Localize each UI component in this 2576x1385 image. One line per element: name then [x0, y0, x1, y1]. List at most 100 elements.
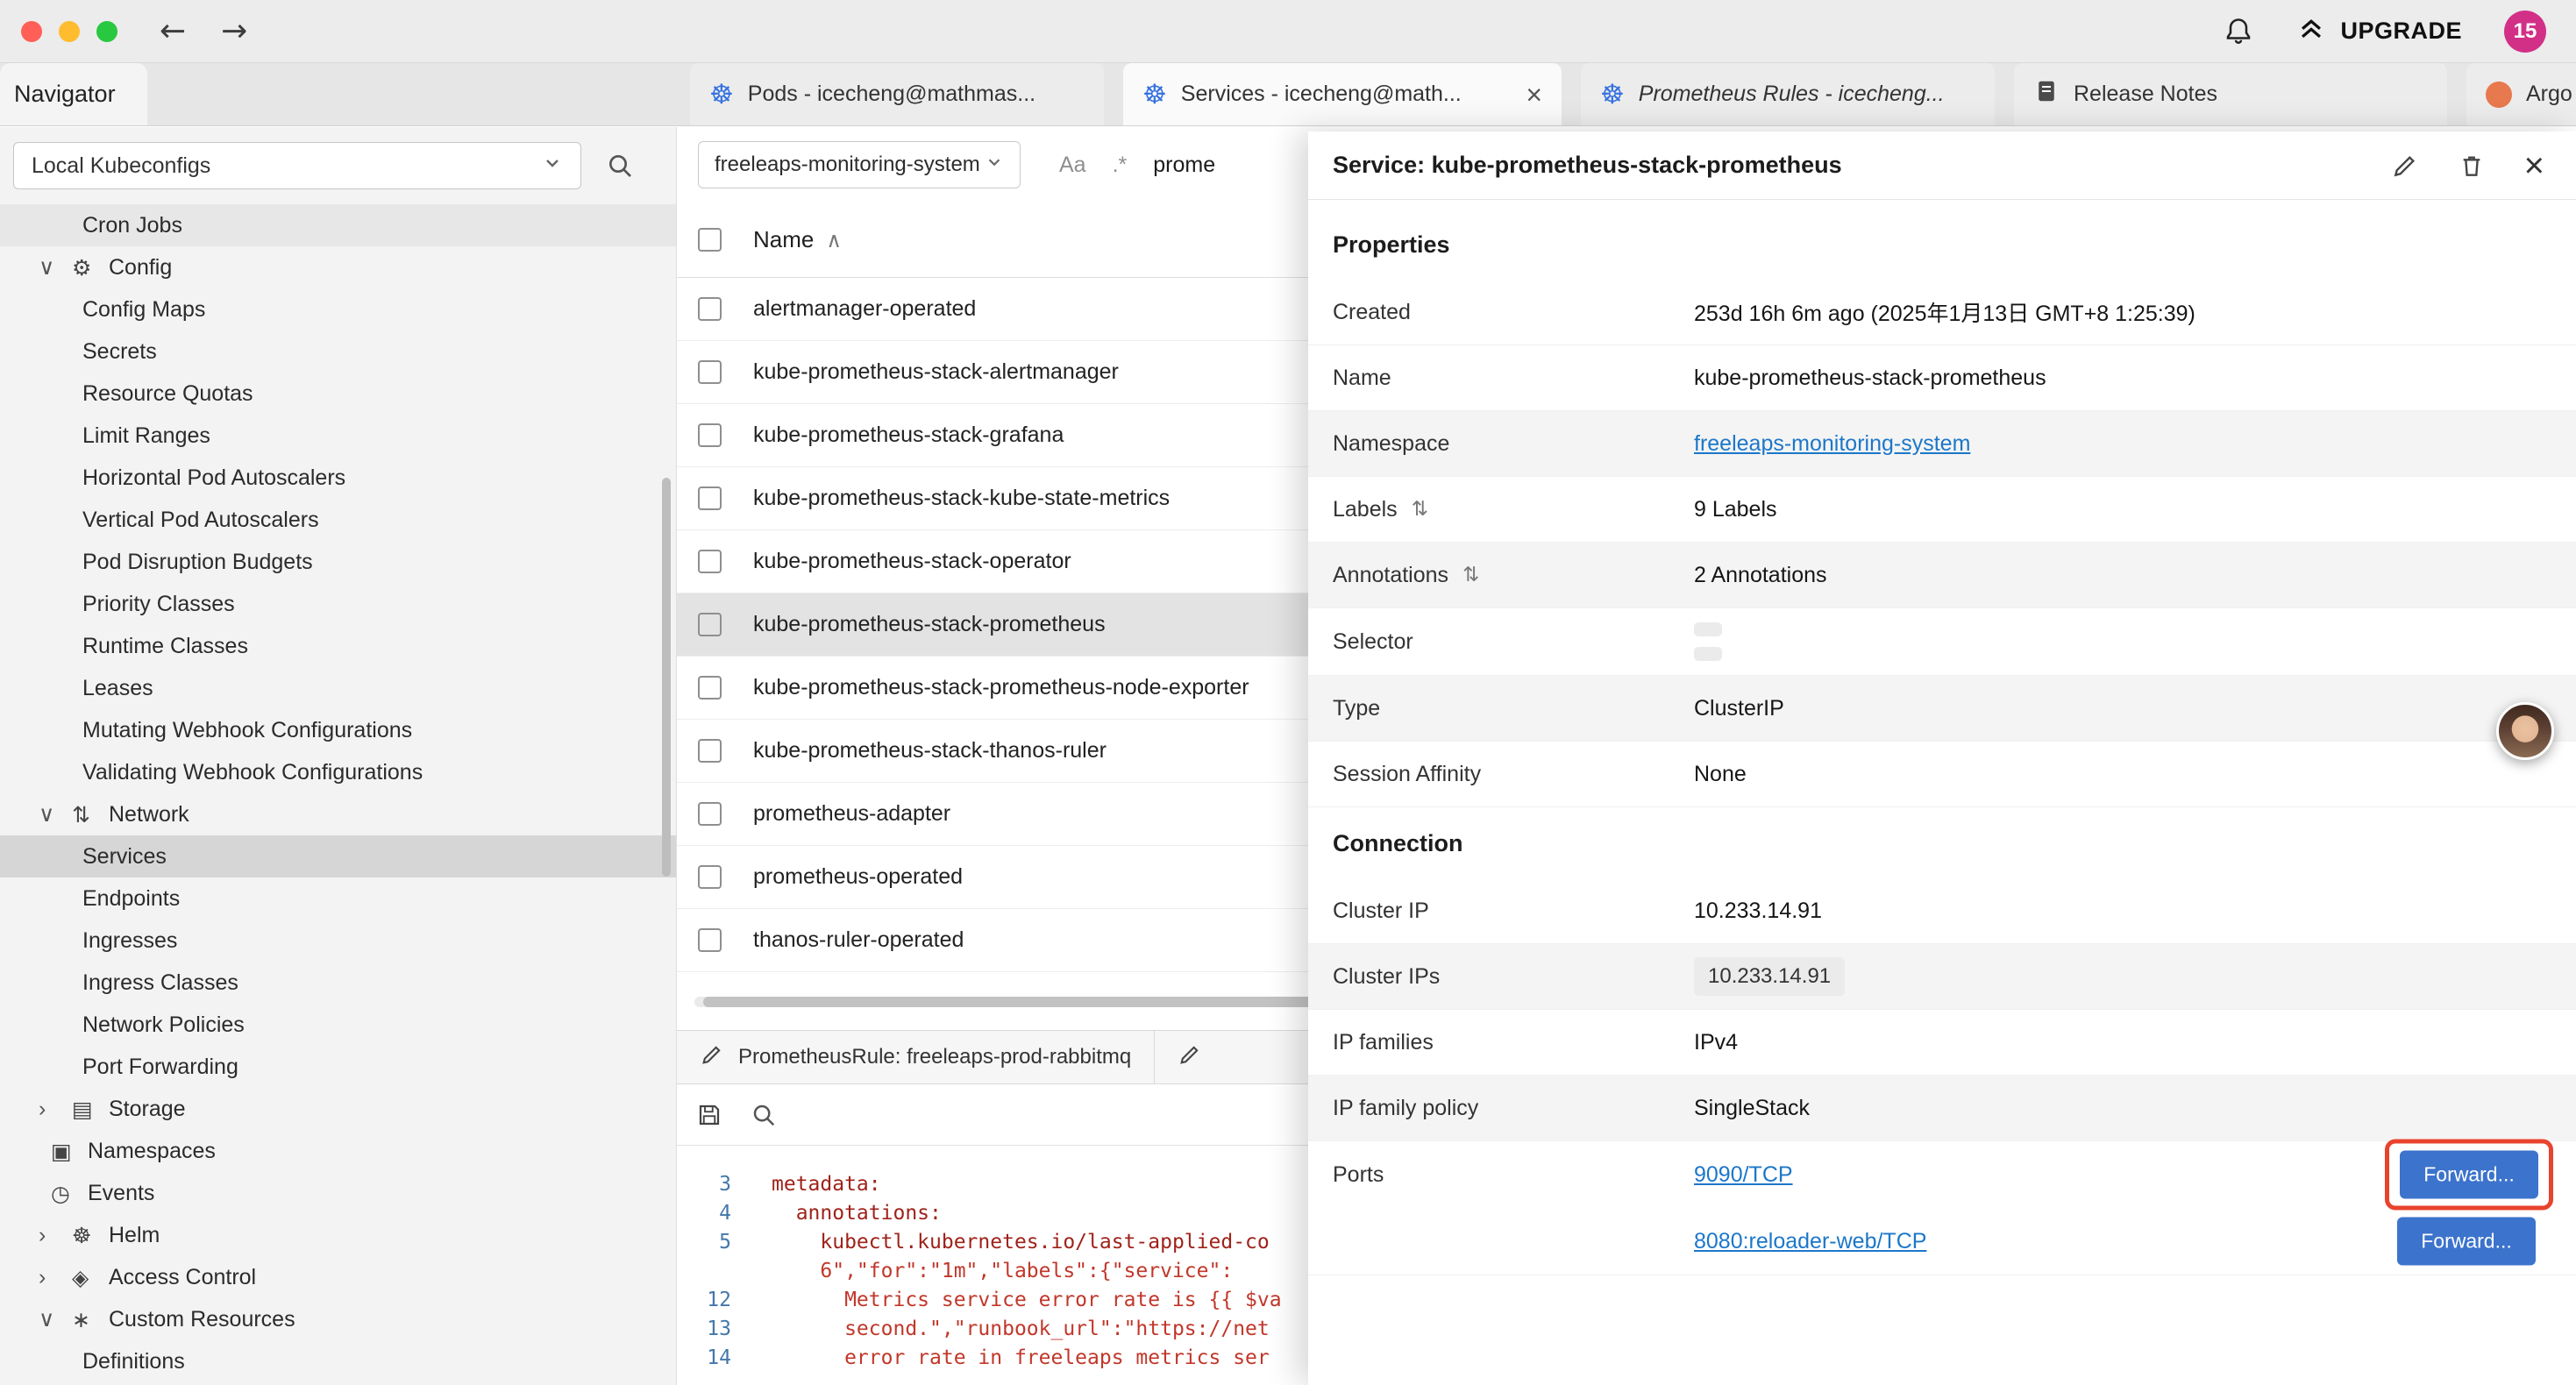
expand-icon[interactable]: ⇅	[1462, 564, 1479, 586]
tree-item[interactable]: Horizontal Pod Autoscalers	[0, 457, 676, 499]
tree-item[interactable]: Endpoints	[0, 877, 676, 920]
tree-item[interactable]: Network Policies	[0, 1004, 676, 1046]
editor-search-icon[interactable]	[751, 1102, 777, 1128]
row-checkbox[interactable]	[698, 613, 722, 636]
tree-item-label: Mutating Webhook Configurations	[82, 718, 412, 743]
row-checkbox[interactable]	[698, 423, 722, 447]
tree-item[interactable]: Resource Quotas	[0, 373, 676, 415]
tree-item[interactable]: › ▤ Storage	[0, 1088, 676, 1130]
tree-item-label: Definitions	[82, 1349, 185, 1374]
tree-item[interactable]: Services	[0, 835, 676, 877]
tree-item[interactable]: › ☸ Helm	[0, 1214, 676, 1256]
expand-icon[interactable]: ⇅	[1412, 498, 1428, 521]
back-button[interactable]: ←	[160, 13, 186, 49]
delete-button[interactable]	[2458, 152, 2486, 180]
tab-close-icon[interactable]: ×	[1526, 81, 1542, 109]
search-input[interactable]: prome	[1153, 153, 1215, 178]
minimize-window-button[interactable]	[59, 21, 80, 42]
tree-item[interactable]: ∨ ∗ Custom Resources	[0, 1298, 676, 1340]
tree-item[interactable]: Config Maps	[0, 288, 676, 330]
service-name: prometheus-operated	[753, 864, 963, 890]
tree-item[interactable]: Cron Jobs	[0, 204, 676, 246]
port-link[interactable]: 8080:reloader-web/TCP	[1694, 1229, 1926, 1254]
tree-item[interactable]: Secrets	[0, 330, 676, 373]
tree-item[interactable]: ◷ Events	[0, 1172, 676, 1214]
tree-item[interactable]: › ◈ Access Control	[0, 1256, 676, 1298]
row-selector: Selector	[1308, 608, 2576, 676]
forward-button[interactable]: Forward...	[2400, 1151, 2538, 1199]
row-checkbox[interactable]	[698, 297, 722, 321]
row-checkbox[interactable]	[698, 802, 722, 826]
tree-item[interactable]: Leases	[0, 667, 676, 709]
tree-chevron-icon[interactable]: ∨	[39, 1306, 72, 1332]
tree-item[interactable]: ∨ ⚙ Config	[0, 246, 676, 288]
forward-button[interactable]: Forward...	[2397, 1218, 2536, 1266]
service-details-panel: Service: kube-prometheus-stack-prometheu…	[1308, 131, 2576, 1385]
navigator-sidebar: Local Kubeconfigs Cron Jobs ∨ ⚙ Config	[0, 127, 677, 1385]
tree-item[interactable]: Runtime Classes	[0, 625, 676, 667]
line-number	[677, 1257, 731, 1286]
tree-item[interactable]: Mutating Webhook Configurations	[0, 709, 676, 751]
tree-item-label: Port Forwarding	[82, 1055, 238, 1080]
tree-chevron-icon[interactable]: ›	[39, 1265, 72, 1290]
navigator-tab[interactable]: Navigator	[0, 63, 147, 125]
kubeconfig-selector[interactable]: Local Kubeconfigs	[13, 142, 581, 189]
tree-item[interactable]: ▣ Namespaces	[0, 1130, 676, 1172]
avatar[interactable]	[2496, 702, 2554, 760]
row-checkbox[interactable]	[698, 928, 722, 952]
dock-tab-prometheusrule[interactable]: PrometheusRule: freeleaps-prod-rabbitmq	[677, 1031, 1155, 1083]
close-window-button[interactable]	[21, 21, 42, 42]
tree-chevron-icon[interactable]: ›	[39, 1223, 72, 1248]
namespace-selector[interactable]: freeleaps-monitoring-system	[698, 141, 1021, 188]
row-session-affinity: Session Affinity None	[1308, 742, 2576, 807]
tree-item[interactable]: Limit Ranges	[0, 415, 676, 457]
tab-argo[interactable]: Argo Se	[2466, 63, 2576, 125]
tree-item[interactable]: Ingress Classes	[0, 962, 676, 1004]
tab-services[interactable]: ☸ Services - icecheng@math... ×	[1123, 63, 1562, 125]
tree-chevron-icon[interactable]: ∨	[39, 801, 72, 827]
row-checkbox[interactable]	[698, 487, 722, 510]
tab-pods[interactable]: ☸ Pods - icecheng@mathmas...	[690, 63, 1104, 125]
forward-button[interactable]: →	[221, 13, 247, 49]
properties-heading: Properties	[1308, 209, 2576, 280]
zoom-window-button[interactable]	[96, 21, 117, 42]
tree-item-label: Leases	[82, 676, 153, 701]
tree-item-icon: ☸	[72, 1223, 109, 1248]
tab-prometheus-rules[interactable]: ☸ Prometheus Rules - icecheng...	[1581, 63, 1995, 125]
tree-chevron-icon[interactable]: ∨	[39, 254, 72, 281]
regex-toggle[interactable]: .*	[1113, 153, 1128, 178]
row-checkbox[interactable]	[698, 550, 722, 573]
tree-item[interactable]: Port Forwarding	[0, 1046, 676, 1088]
row-checkbox[interactable]	[698, 739, 722, 763]
tree-item[interactable]: Validating Webhook Configurations	[0, 751, 676, 793]
select-all-checkbox[interactable]	[698, 228, 722, 252]
tree-item-label: Limit Ranges	[82, 423, 210, 449]
tree-item[interactable]: Priority Classes	[0, 583, 676, 625]
chevron-down-icon	[542, 153, 563, 180]
upgrade-button[interactable]: UPGRADE	[2296, 13, 2462, 49]
notifications-bell-icon[interactable]	[2223, 16, 2254, 47]
row-type: Type ClusterIP	[1308, 676, 2576, 742]
sidebar-scrollbar[interactable]	[662, 478, 671, 877]
tree-item[interactable]: Definitions	[0, 1340, 676, 1382]
search-icon[interactable]	[606, 152, 634, 180]
save-icon[interactable]	[696, 1102, 722, 1128]
port-link[interactable]: 9090/TCP	[1694, 1162, 1793, 1188]
tree-item[interactable]: Pod Disruption Budgets	[0, 541, 676, 583]
edit-button[interactable]	[2391, 152, 2419, 180]
tree-item[interactable]: Vertical Pod Autoscalers	[0, 499, 676, 541]
tree-item[interactable]: ∨ ⇅ Network	[0, 793, 676, 835]
row-created: Created 253d 16h 6m ago (2025年1月13日 GMT+…	[1308, 280, 2576, 345]
code-text: annotations:	[731, 1199, 942, 1228]
tree-item[interactable]: Ingresses	[0, 920, 676, 962]
row-checkbox[interactable]	[698, 360, 722, 384]
notification-count-badge[interactable]: 15	[2504, 11, 2546, 53]
namespace-link[interactable]: freeleaps-monitoring-system	[1694, 431, 1970, 457]
close-button[interactable]: ×	[2524, 148, 2544, 183]
name-column-header[interactable]: Name∧	[753, 226, 842, 253]
row-checkbox[interactable]	[698, 865, 722, 889]
tree-chevron-icon[interactable]: ›	[39, 1097, 72, 1122]
tab-release-notes[interactable]: Release Notes	[2014, 63, 2447, 125]
row-checkbox[interactable]	[698, 676, 722, 700]
match-case-toggle[interactable]: Aa	[1059, 153, 1086, 178]
